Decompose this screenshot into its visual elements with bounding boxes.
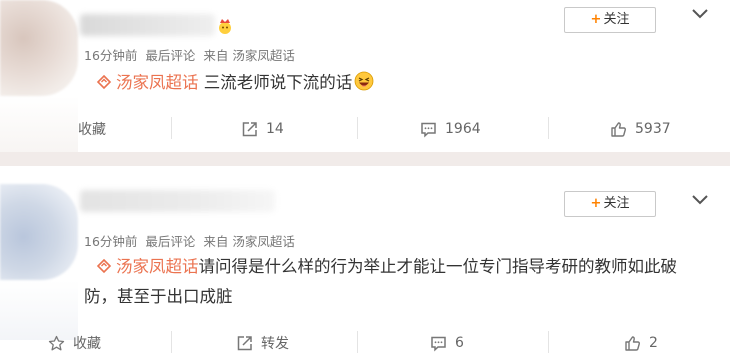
post-meta: 16分钟前 最后评论 来自 汤家凤超话 [84, 231, 303, 250]
username-blurred[interactable] [80, 190, 275, 212]
post-text: 三流老师说下流的话 [203, 73, 353, 92]
repost-icon [237, 335, 252, 350]
chevron-down-icon[interactable] [690, 6, 710, 22]
comment-count: 1964 [445, 121, 481, 137]
post-type: 最后评论 [145, 234, 196, 249]
topic-link[interactable]: 汤家凤超话 [116, 257, 199, 276]
comment-count: 6 [455, 335, 464, 351]
action-bar: 收藏 转发 6 2 [0, 328, 730, 358]
avatar[interactable] [0, 0, 78, 96]
like-count: 2 [649, 335, 658, 351]
post-content: 汤家凤超话请问得是什么样的行为举止才能让一位专门指导考研的教师如此破防，甚至于出… [84, 252, 704, 312]
repost-button[interactable]: 14 [241, 114, 284, 144]
like-button[interactable]: 5937 [610, 114, 671, 144]
username-blurred[interactable] [80, 14, 215, 36]
post-source[interactable]: 来自 汤家凤超话 [203, 48, 294, 63]
post-card-2: + 关注 16分钟前 最后评论 来自 汤家凤超话 汤家凤超话请问得是什么样的行为举止才… [0, 166, 730, 361]
post-content: 汤家凤超话 三流老师说下流的话 [84, 68, 704, 98]
laughing-emoji-icon [354, 71, 374, 91]
repost-label: 转发 [261, 336, 289, 352]
separator [548, 331, 549, 353]
follow-label: 关注 [603, 12, 630, 27]
post-meta: 16分钟前 最后评论 来自 汤家凤超话 [84, 45, 303, 64]
like-icon [625, 335, 640, 351]
feed-divider [0, 152, 730, 166]
action-bar: 收藏 14 1964 5937 [0, 114, 730, 144]
like-button[interactable]: 2 [624, 328, 658, 358]
post-card-1: + 关注 16分钟前 最后评论 来自 汤家凤超话 汤家凤超话 三流老师说下流的话 收藏… [0, 0, 730, 152]
avatar[interactable] [0, 184, 78, 280]
comment-button[interactable]: 1964 [420, 114, 481, 144]
crown-emoji-icon [216, 17, 236, 35]
follow-button[interactable]: + 关注 [564, 7, 656, 33]
star-icon [48, 335, 65, 350]
separator [548, 117, 549, 139]
like-icon [611, 121, 626, 137]
follow-button[interactable]: + 关注 [564, 191, 656, 217]
comment-button[interactable]: 6 [430, 328, 464, 358]
post-time: 16分钟前 [84, 48, 138, 63]
comment-icon [421, 122, 436, 138]
repost-button[interactable]: 转发 [236, 328, 289, 358]
favorite-label: 收藏 [78, 122, 106, 138]
separator [171, 117, 172, 139]
topic-diamond-icon [96, 74, 112, 90]
comment-icon [431, 336, 446, 352]
post-source[interactable]: 来自 汤家凤超话 [203, 234, 294, 249]
post-time: 16分钟前 [84, 234, 138, 249]
separator [171, 331, 172, 353]
topic-diamond-icon [96, 258, 112, 274]
favorite-label: 收藏 [73, 336, 101, 352]
post-type: 最后评论 [145, 48, 196, 63]
favorite-button[interactable]: 收藏 [78, 114, 106, 144]
repost-icon [242, 121, 257, 136]
separator [357, 117, 358, 139]
separator [357, 331, 358, 353]
chevron-down-icon[interactable] [690, 192, 710, 208]
topic-link[interactable]: 汤家凤超话 [116, 73, 199, 92]
follow-label: 关注 [603, 196, 630, 211]
favorite-button[interactable]: 收藏 [48, 328, 101, 358]
like-count: 5937 [635, 121, 671, 137]
repost-count: 14 [266, 121, 284, 137]
